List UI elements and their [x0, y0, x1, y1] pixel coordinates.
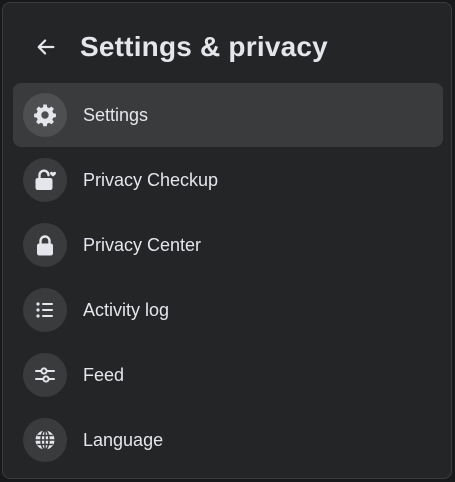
menu-item-settings[interactable]: Settings — [13, 83, 443, 147]
lock-heart-icon — [35, 169, 56, 190]
menu-item-icon-wrap — [23, 353, 67, 397]
arrow-left-icon — [37, 39, 55, 55]
menu-item-activity-log[interactable]: Activity log — [13, 278, 443, 342]
menu-item-icon-wrap — [23, 418, 67, 462]
menu-item-icon-wrap — [23, 158, 67, 202]
sliders-icon — [35, 367, 55, 383]
menu-item-icon-wrap — [23, 223, 67, 267]
list-icon — [36, 302, 53, 318]
menu-item-feed[interactable]: Feed — [13, 343, 443, 407]
globe-icon — [35, 429, 55, 451]
back-button[interactable] — [28, 29, 64, 65]
menu-item-label: Feed — [83, 364, 125, 385]
menu-item-icon-wrap — [23, 93, 67, 137]
menu-item-privacy-checkup[interactable]: Privacy Checkup — [13, 148, 443, 212]
gear-icon — [34, 104, 56, 127]
panel-header: Settings & privacy — [3, 19, 451, 75]
settings-privacy-panel: Settings & privacy Settings Privacy Chec… — [2, 2, 452, 479]
settings-menu: Settings Privacy Checkup Privacy Center — [13, 83, 443, 473]
menu-item-label: Privacy Center — [83, 234, 202, 255]
lock-icon — [37, 235, 53, 256]
menu-item-icon-wrap — [23, 288, 67, 332]
menu-item-label: Language — [83, 429, 164, 450]
menu-item-privacy-center[interactable]: Privacy Center — [13, 213, 443, 277]
menu-item-language[interactable]: Language — [13, 408, 443, 472]
menu-item-label: Privacy Checkup — [83, 169, 219, 190]
menu-item-label: Activity log — [83, 299, 170, 320]
page-title: Settings & privacy — [80, 31, 328, 62]
menu-item-label: Settings — [83, 104, 149, 125]
